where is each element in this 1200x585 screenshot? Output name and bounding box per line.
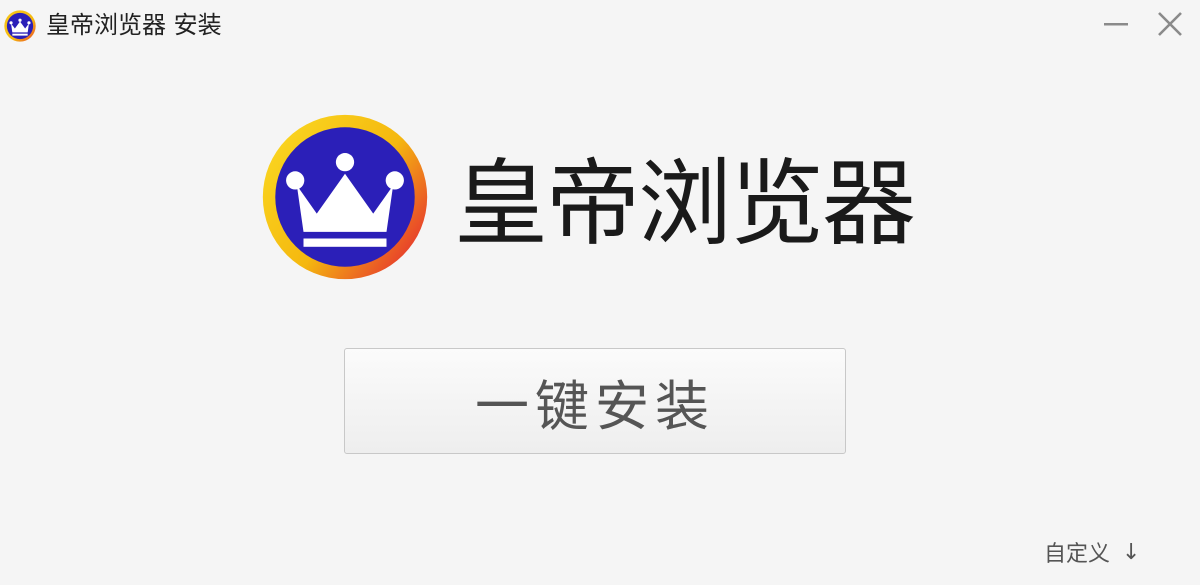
app-logo-icon: [4, 10, 36, 42]
one-click-install-button[interactable]: 一键安装: [344, 348, 846, 454]
title-bar[interactable]: 皇帝浏览器 安装: [0, 0, 1200, 50]
brand-logo-icon: [262, 114, 428, 280]
custom-install-link[interactable]: 自定义 ↓: [1044, 534, 1140, 570]
arrow-down-icon: ↓: [1122, 539, 1141, 565]
close-icon: [1158, 12, 1182, 36]
close-button[interactable]: [1150, 6, 1190, 42]
installer-window: 皇帝浏览器 安装 皇帝浏览器 一键安装 自定义 ↓: [0, 0, 1200, 585]
minimize-button[interactable]: [1096, 6, 1136, 42]
window-title: 皇帝浏览器 安装: [46, 11, 222, 39]
custom-install-label: 自定义: [1044, 542, 1111, 567]
brand-name: 皇帝浏览器: [454, 150, 916, 259]
minimize-icon: [1104, 23, 1128, 26]
